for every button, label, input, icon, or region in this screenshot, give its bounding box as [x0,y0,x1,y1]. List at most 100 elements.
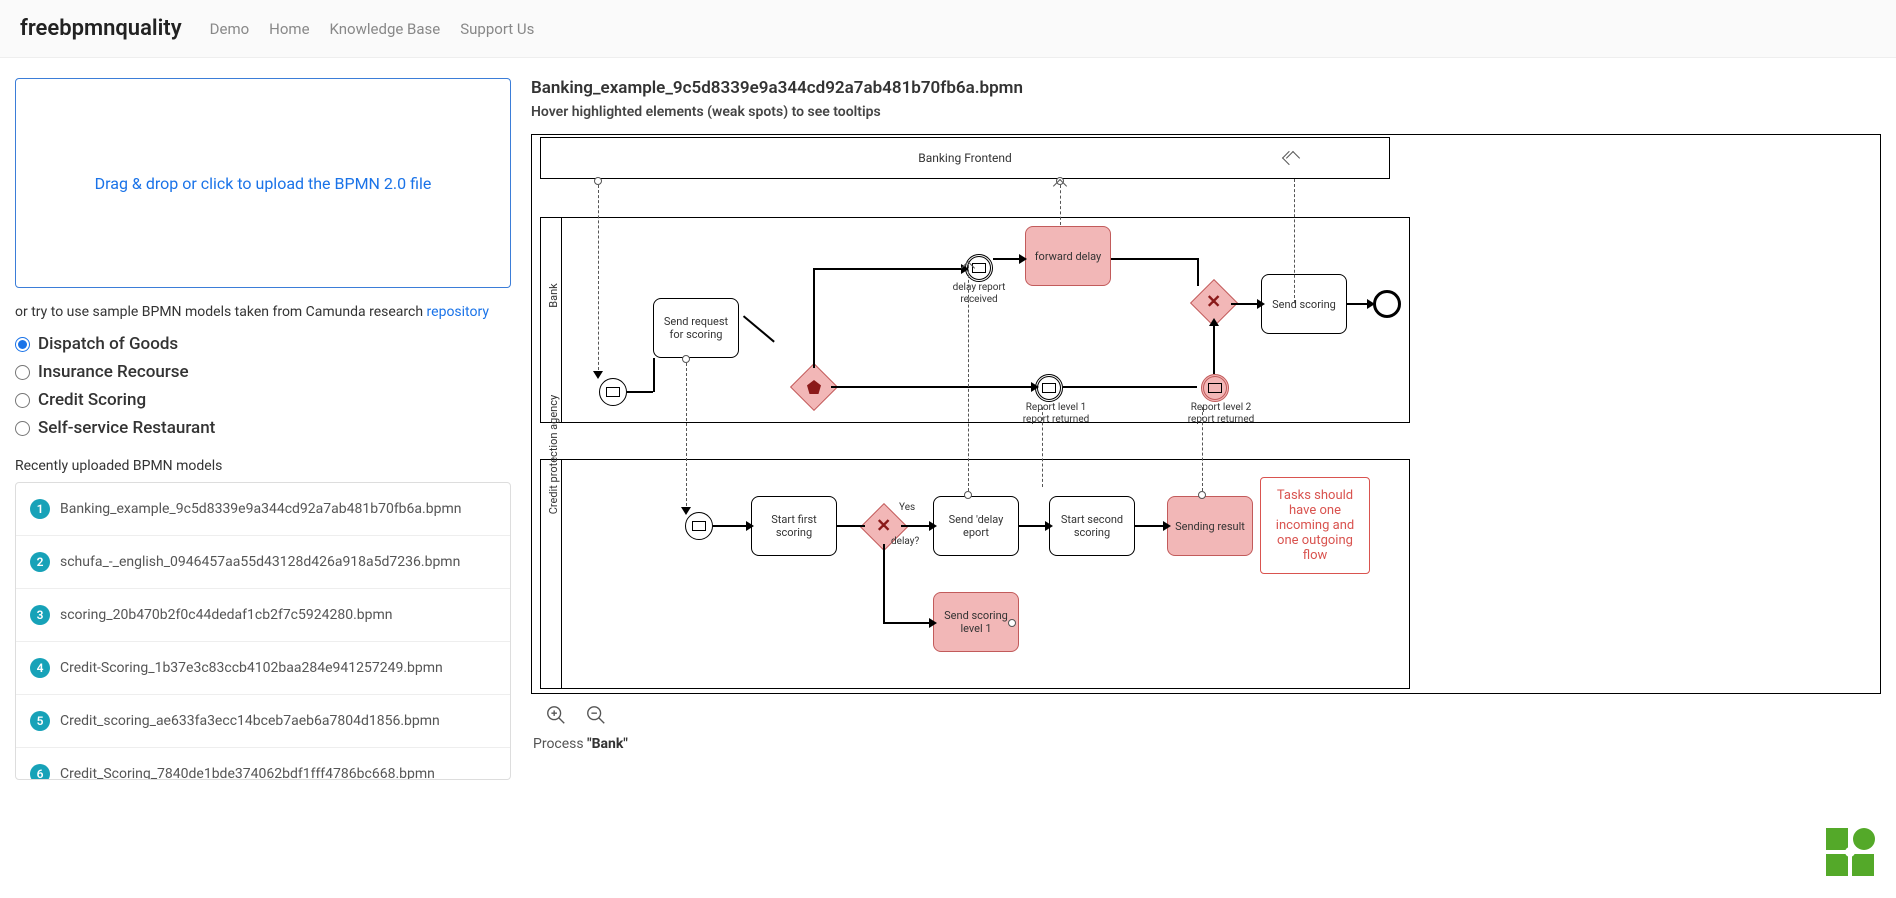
zoom-controls [545,704,1881,726]
sequence-flow [837,525,865,527]
tooltip-validation: Tasks should have one incoming and one o… [1260,477,1370,574]
arrowhead-icon [1045,521,1053,531]
radio-credit[interactable] [15,393,30,408]
sample-option-insurance[interactable]: Insurance Recourse [15,362,511,382]
task-start-second[interactable]: Start second scoring [1049,496,1135,556]
event-label: delay report received [949,282,1009,306]
sample-option-credit[interactable]: Credit Scoring [15,390,511,410]
list-item-number: 1 [30,499,50,519]
recent-heading: Recently uploaded BPMN models [15,458,511,474]
sequence-flow [883,622,933,624]
task-send-request[interactable]: Send request for scoring [653,298,739,358]
file-subtitle: Hover highlighted elements (weak spots) … [531,104,1881,120]
x-icon: ✕ [1206,294,1221,312]
event-label: Report level 1 report returned [1016,402,1096,426]
message-flow [968,265,969,491]
list-item[interactable]: 6 Credit_Scoring_7840de1bde374062bdf1fff… [16,748,510,780]
envelope-icon [1042,383,1056,393]
list-item-label: schufa_-_english_0946457aa55d43128d426a9… [60,554,460,570]
arrowhead-icon [746,521,754,531]
sequence-flow [1111,258,1197,260]
arrowhead-icon [1019,254,1027,264]
navbar: freebpmnquality Demo Home Knowledge Base… [0,0,1896,58]
sequence-flow [653,358,655,392]
arrowhead-icon [681,507,691,515]
message-flow [1294,179,1295,303]
nav-link-support[interactable]: Support Us [460,20,534,38]
message-flow [598,185,599,375]
nav-link-demo[interactable]: Demo [210,20,250,38]
arrowhead-icon [929,618,937,628]
event-report-l2[interactable] [1201,374,1229,402]
radio-dispatch[interactable] [15,337,30,352]
list-item-label: Credit_scoring_ae633fa3ecc14bceb7aeb6a78… [60,713,440,729]
task-sending-result[interactable]: Sending result [1167,496,1253,556]
sample-option-restaurant[interactable]: Self-service Restaurant [15,418,511,438]
message-flow [1042,407,1043,487]
nav-link-home[interactable]: Home [269,20,309,38]
list-item-number: 5 [30,711,50,731]
upload-dropzone-text: Drag & drop or click to upload the BPMN … [95,174,432,193]
message-flow-origin-icon [1008,619,1016,627]
lane-divider [561,218,562,422]
pool-banking-frontend: Banking Frontend [540,137,1390,179]
nav-link-kb[interactable]: Knowledge Base [330,20,441,38]
radio-restaurant[interactable] [15,421,30,436]
sequence-flow [831,386,1035,388]
sequence-flow [813,268,815,368]
message-flow-origin-icon [682,355,690,363]
upload-dropzone[interactable]: Drag & drop or click to upload the BPMN … [15,78,511,288]
list-item[interactable]: 3 scoring_20b470b2f0c44dedaf1cb2f7c59242… [16,589,510,642]
task-start-first[interactable]: Start first scoring [751,496,837,556]
list-item-number: 2 [30,552,50,572]
list-item-number: 4 [30,658,50,678]
list-item-label: Banking_example_9c5d8339e9a344cd92a7ab48… [60,501,461,517]
message-flow [686,363,687,511]
arrowhead-icon [1209,318,1219,326]
task-send-scoring[interactable]: Send scoring [1261,274,1347,334]
message-flow [1202,407,1203,491]
list-item-label: Credit-Scoring_1b37e3c83ccb4102baa284e94… [60,660,443,676]
envelope-icon [692,521,706,531]
bpmn-diagram-canvas[interactable]: Banking Frontend Bank Send request for s… [531,134,1881,694]
list-item[interactable]: 1 Banking_example_9c5d8339e9a344cd92a7ab… [16,483,510,536]
app-logo-icon[interactable] [1824,826,1876,878]
list-item-number: 3 [30,605,50,625]
list-item[interactable]: 2 schufa_-_english_0946457aa55d43128d426… [16,536,510,589]
end-event[interactable] [1373,290,1401,318]
start-event[interactable] [599,378,627,406]
list-item[interactable]: 5 Credit_scoring_ae633fa3ecc14bceb7aeb6a… [16,695,510,748]
gateway-label: Yes [899,502,915,514]
arrowhead-icon [929,521,937,531]
arrowhead-icon [1257,299,1265,309]
pool-bank: Bank Send request for scoring d [540,217,1410,423]
arrowhead-icon [1367,299,1375,309]
start-event-agency[interactable] [685,512,713,540]
zoom-out-icon[interactable] [585,704,607,726]
pool-label: Credit protection agency [547,395,560,514]
gateway-label: delay? [891,536,919,548]
task-send-delay-report[interactable]: Send 'delay eport [933,496,1019,556]
arrowhead-icon [1031,382,1039,392]
x-icon: ✕ [876,518,891,536]
event-report-l1[interactable] [1035,374,1063,402]
sequence-flow [1063,386,1197,388]
list-item[interactable]: 4 Credit-Scoring_1b37e3c83ccb4102baa284e… [16,642,510,695]
sequence-flow [883,544,885,622]
sample-radio-group: Dispatch of Goods Insurance Recourse Cre… [15,334,511,438]
zoom-in-icon[interactable] [545,704,567,726]
message-flow-origin-icon [964,491,972,499]
arrowhead-icon [1163,521,1171,531]
recent-list[interactable]: 1 Banking_example_9c5d8339e9a344cd92a7ab… [15,482,511,780]
sequence-flow [1197,258,1199,286]
brand-logo[interactable]: freebpmnquality [20,16,182,41]
radio-insurance[interactable] [15,365,30,380]
sample-option-dispatch[interactable]: Dispatch of Goods [15,334,511,354]
file-title: Banking_example_9c5d8339e9a344cd92a7ab48… [531,78,1881,98]
task-send-scoring-l1[interactable]: Send scoring level 1 [933,592,1019,652]
list-item-number: 6 [30,764,50,780]
sample-models-hint: or try to use sample BPMN models taken f… [15,304,511,320]
sequence-flow [813,268,965,270]
task-forward-delay[interactable]: forward delay [1025,226,1111,286]
repository-link[interactable]: repository [427,304,489,320]
